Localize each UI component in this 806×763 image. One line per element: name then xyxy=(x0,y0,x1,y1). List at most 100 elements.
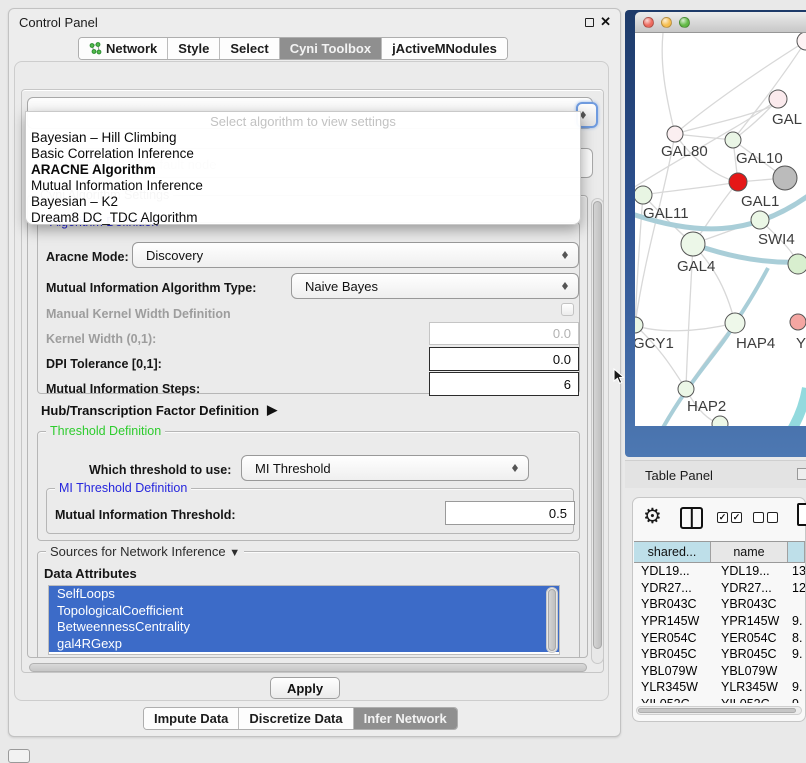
table-row[interactable]: YDR27...YDR27...12 xyxy=(634,580,805,597)
list-scrollbar-thumb[interactable] xyxy=(548,589,556,651)
network-node-swi4[interactable] xyxy=(751,211,769,229)
algorithm-option-aracne-algorithm[interactable]: ARACNE Algorithm xyxy=(26,162,580,178)
network-node-gcy1[interactable] xyxy=(635,317,643,333)
algorithm-option-basic-correlation-inference[interactable]: Basic Correlation Inference xyxy=(26,146,580,162)
mi-steps-field[interactable]: 6 xyxy=(429,372,579,396)
network-node[interactable] xyxy=(788,254,806,274)
table-row[interactable]: YDL19...YDL19...13 xyxy=(634,563,805,580)
deselect-all-icon[interactable] xyxy=(753,512,778,523)
tab-label: Discretize Data xyxy=(249,711,342,726)
settings-vertical-thumb[interactable] xyxy=(593,201,602,649)
mi-type-combobox[interactable]: Naive Bayes xyxy=(291,273,579,299)
algorithm-option-dream8-dc-tdc-algorithm[interactable]: Dream8 DC_TDC Algorithm xyxy=(26,210,580,226)
network-node[interactable] xyxy=(712,416,728,426)
tab-impute-data[interactable]: Impute Data xyxy=(144,708,239,729)
network-node-gal80[interactable] xyxy=(667,126,683,142)
network-node-y[interactable] xyxy=(790,314,806,330)
table-row[interactable]: YER054CYER054C8. xyxy=(634,629,805,646)
table-panel-body: ⚙ ✓✓ shared...name YDL19...YDL19...13YDR… xyxy=(632,497,806,722)
table-horizontal-scrollbar[interactable] xyxy=(636,706,802,715)
list-scrollbar[interactable] xyxy=(546,587,558,653)
column-header-extra[interactable] xyxy=(788,542,805,562)
table-row[interactable]: YBR043CYBR043C xyxy=(634,596,805,613)
network-node-gal11[interactable] xyxy=(635,186,652,204)
tab-row: NetworkStyle Select Cyni ToolboxjActiveMNo… xyxy=(78,37,508,60)
node-label: GAL1 xyxy=(741,193,779,210)
table-header-row: shared...name xyxy=(634,541,805,563)
columns-icon[interactable] xyxy=(680,507,703,529)
float-window-icon[interactable] xyxy=(585,18,594,27)
settings-vertical-scrollbar[interactable] xyxy=(591,198,604,664)
zoom-light[interactable] xyxy=(679,17,690,28)
which-threshold-label: Which threshold to use: xyxy=(89,463,231,477)
table-row[interactable]: YBR045CYBR045C9. xyxy=(634,646,805,663)
network-node-gal1[interactable] xyxy=(729,173,747,191)
manual-kernel-checkbox[interactable] xyxy=(561,303,574,316)
algorithm-option-bayesian-k2[interactable]: Bayesian – K2 xyxy=(26,194,580,210)
attribute-gal4rgexp[interactable]: gal4RGexp xyxy=(49,636,559,653)
tab-label: Select xyxy=(230,41,268,56)
tab-style[interactable]: Style xyxy=(168,38,220,59)
column-header-name[interactable]: name xyxy=(711,542,788,562)
network-canvas[interactable]: GALGAL80GAL10GAL1GAL11SWI4GAL4GCY1HAP4YH… xyxy=(635,33,806,426)
tab-jactivemnodules[interactable]: jActiveMNodules xyxy=(382,38,507,59)
bottom-tab-row: Impute Data Discretize Data Infer Network xyxy=(143,707,458,730)
mouse-cursor xyxy=(612,368,624,390)
network-node-gal[interactable] xyxy=(769,90,787,108)
network-view-window[interactable]: GALGAL80GAL10GAL1GAL11SWI4GAL4GCY1HAP4YH… xyxy=(625,10,806,457)
sources-title[interactable]: Sources for Network Inference ▼ xyxy=(46,544,244,559)
gear-icon[interactable]: ⚙ xyxy=(643,504,662,529)
minimized-panel-chip[interactable] xyxy=(8,749,30,763)
settings-horizontal-scrollbar[interactable] xyxy=(29,663,587,672)
minimize-light[interactable] xyxy=(661,17,672,28)
column-header-shared[interactable]: shared... xyxy=(634,542,711,562)
cell: YIL052C xyxy=(711,697,788,703)
node-label: HAP4 xyxy=(736,335,775,352)
network-node[interactable] xyxy=(797,33,806,50)
select-all-icon[interactable]: ✓✓ xyxy=(717,512,742,523)
data-attributes-list[interactable]: SelfLoopsTopologicalCoefficientBetweenne… xyxy=(48,585,560,655)
attribute-topologicalcoefficient[interactable]: TopologicalCoefficient xyxy=(49,603,559,620)
network-node[interactable] xyxy=(773,166,797,190)
apply-button[interactable]: Apply xyxy=(270,677,340,699)
kernel-width-field[interactable]: 0.0 xyxy=(429,322,579,345)
cell: YDR27... xyxy=(634,581,711,595)
mi-threshold-field[interactable]: 0.5 xyxy=(445,501,575,525)
table-horizontal-thumb[interactable] xyxy=(638,708,796,713)
new-document-icon[interactable] xyxy=(797,503,806,526)
attribute-selfloops[interactable]: SelfLoops xyxy=(49,586,559,603)
network-node-hap2[interactable] xyxy=(678,381,694,397)
close-icon[interactable]: ✕ xyxy=(600,14,611,30)
aracne-mode-combobox[interactable]: Discovery xyxy=(132,242,579,268)
attribute-betweennesscentrality[interactable]: BetweennessCentrality xyxy=(49,619,559,636)
cell: YBL079W xyxy=(634,664,711,678)
table-row[interactable]: YPR145WYPR145W9. xyxy=(634,613,805,630)
network-node-gal10[interactable] xyxy=(725,132,741,148)
table-row[interactable]: YLR345WYLR345W9. xyxy=(634,679,805,696)
mi-threshold-group: MI Threshold Definition Mutual Informati… xyxy=(46,488,574,534)
mi-steps-label: Mutual Information Steps: xyxy=(46,382,200,396)
hub-definition-toggle[interactable]: Hub/Transcription Factor Definition ▶ xyxy=(41,402,277,418)
table-rows: YDL19...YDL19...13YDR27...YDR27...12YBR0… xyxy=(634,563,805,703)
tab-network[interactable]: Network xyxy=(79,38,168,59)
mi-steps-value: 6 xyxy=(564,377,571,392)
which-threshold-combobox[interactable]: MI Threshold xyxy=(241,455,529,481)
tab-infer-network[interactable]: Infer Network xyxy=(354,708,457,729)
table-row[interactable]: YIL052CYIL052C9. xyxy=(634,696,805,703)
combobox-spinner-icon xyxy=(511,461,520,475)
network-window-titlebar[interactable] xyxy=(635,12,806,33)
node-label: Y xyxy=(796,335,806,352)
tab-select[interactable]: Select xyxy=(220,38,279,59)
network-edge xyxy=(675,134,733,140)
network-node-gal4[interactable] xyxy=(681,232,705,256)
cell: YDR27... xyxy=(711,581,788,595)
table-row[interactable]: YBL079WYBL079W xyxy=(634,663,805,680)
dpi-tolerance-field[interactable]: 0.0 xyxy=(429,347,579,371)
close-light[interactable] xyxy=(643,17,654,28)
network-node-hap4[interactable] xyxy=(725,313,745,333)
tab-discretize-data[interactable]: Discretize Data xyxy=(239,708,353,729)
algorithm-option-bayesian-hill-climbing[interactable]: Bayesian – Hill Climbing xyxy=(26,130,580,146)
algorithm-option-mutual-information-inference[interactable]: Mutual Information Inference xyxy=(26,178,580,194)
tab-cyni-toolbox[interactable]: Cyni Toolbox xyxy=(280,38,382,59)
dock-panel-icon[interactable] xyxy=(797,468,806,480)
